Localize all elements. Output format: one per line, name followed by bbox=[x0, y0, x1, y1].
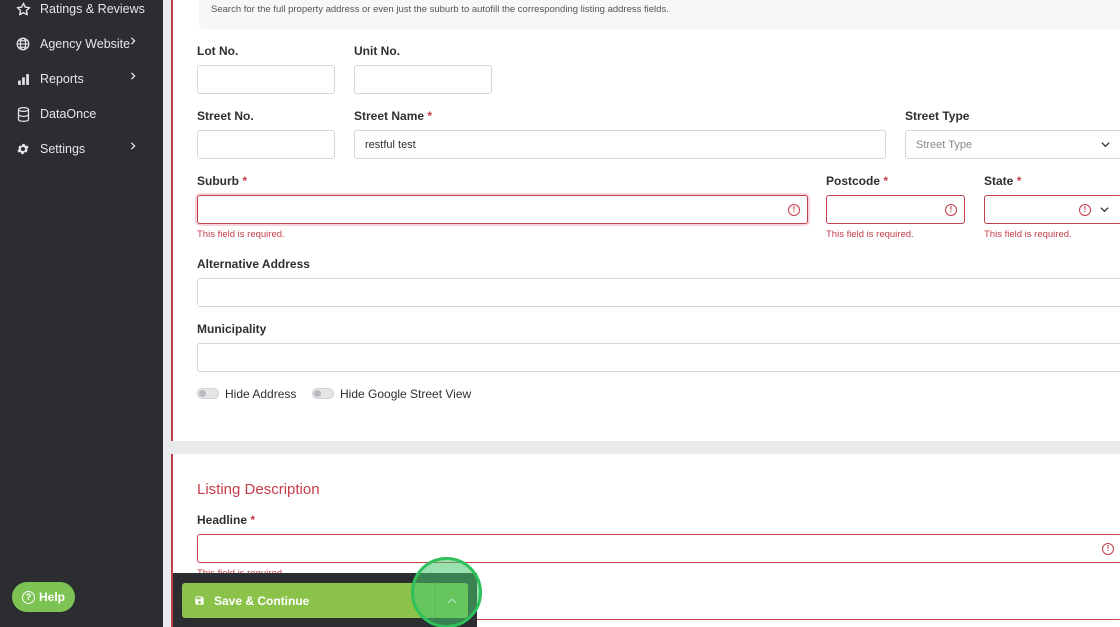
postcode-input[interactable]: ! bbox=[826, 195, 965, 224]
listing-description-title: Listing Description bbox=[197, 481, 320, 498]
street-name-input[interactable]: restful test bbox=[354, 130, 886, 159]
sidebar: Ratings & Reviews Agency Website Reports… bbox=[0, 0, 163, 627]
suburb-error: This field is required. bbox=[197, 229, 285, 240]
sidebar-item-ratings-reviews[interactable]: Ratings & Reviews bbox=[0, 0, 163, 24]
save-continue-button[interactable]: Save & Continue bbox=[182, 583, 440, 618]
error-icon: ! bbox=[945, 204, 957, 216]
sidebar-item-label: Ratings & Reviews bbox=[40, 2, 145, 16]
street-name-label: Street Name * bbox=[354, 109, 433, 123]
help-label: Help bbox=[38, 590, 65, 604]
save-bar: Save & Continue bbox=[173, 573, 477, 627]
street-type-select[interactable]: Street Type bbox=[905, 130, 1120, 159]
street-no-input[interactable] bbox=[197, 130, 335, 159]
hide-address-toggle[interactable] bbox=[197, 388, 219, 399]
sidebar-item-agency-website[interactable]: Agency Website bbox=[0, 29, 163, 59]
street-type-label: Street Type bbox=[905, 109, 970, 123]
sidebar-item-label: Settings bbox=[40, 142, 86, 156]
sidebar-item-label: DataOnce bbox=[40, 107, 97, 121]
star-icon bbox=[15, 1, 31, 17]
error-icon: ! bbox=[1102, 543, 1114, 555]
state-select[interactable]: ! bbox=[984, 195, 1120, 224]
hide-street-view-label: Hide Google Street View bbox=[340, 387, 472, 401]
hide-street-view-toggle[interactable] bbox=[312, 388, 334, 399]
headline-label: Headline * bbox=[197, 513, 256, 527]
hide-address-label: Hide Address bbox=[225, 387, 297, 401]
alternative-address-input[interactable] bbox=[197, 278, 1120, 307]
sidebar-item-dataonce[interactable]: DataOnce bbox=[0, 99, 163, 129]
database-icon bbox=[15, 106, 31, 122]
suburb-input[interactable]: ! bbox=[197, 195, 808, 224]
chevron-down-icon bbox=[1100, 207, 1109, 213]
street-no-label: Street No. bbox=[197, 109, 254, 123]
error-icon: ! bbox=[788, 204, 800, 216]
sidebar-item-label: Agency Website bbox=[40, 37, 131, 51]
sidebar-item-label: Reports bbox=[40, 72, 84, 86]
postcode-label: Postcode * bbox=[826, 174, 889, 188]
chevron-down-icon bbox=[1101, 142, 1110, 148]
bar-chart-icon bbox=[15, 71, 31, 87]
gear-icon bbox=[15, 141, 31, 157]
save-options-toggle[interactable] bbox=[435, 583, 468, 618]
question-icon: ? bbox=[21, 590, 35, 604]
address-search-hint: Search for the full property address or … bbox=[199, 0, 1120, 29]
floppy-disk-icon bbox=[195, 596, 204, 605]
municipality-label: Municipality bbox=[197, 322, 267, 336]
sidebar-item-reports[interactable]: Reports bbox=[0, 64, 163, 94]
address-panel: Search for the full property address or … bbox=[171, 0, 1120, 441]
lot-no-input[interactable] bbox=[197, 65, 335, 94]
unit-no-input[interactable] bbox=[354, 65, 492, 94]
help-button[interactable]: ? Help bbox=[12, 582, 75, 612]
headline-input[interactable]: ! bbox=[197, 534, 1120, 563]
unit-no-label: Unit No. bbox=[354, 44, 400, 58]
chevron-right-icon bbox=[130, 37, 136, 45]
state-label: State * bbox=[984, 174, 1022, 188]
state-error: This field is required. bbox=[984, 229, 1072, 240]
sidebar-item-settings[interactable]: Settings bbox=[0, 134, 163, 164]
error-icon: ! bbox=[1079, 204, 1091, 216]
postcode-error: This field is required. bbox=[826, 229, 914, 240]
save-continue-label: Save & Continue bbox=[214, 593, 310, 608]
lot-no-label: Lot No. bbox=[197, 44, 239, 58]
chevron-right-icon bbox=[130, 72, 136, 80]
municipality-input[interactable] bbox=[197, 343, 1120, 372]
globe-icon bbox=[15, 36, 31, 52]
chevron-up-icon bbox=[447, 597, 457, 604]
alternative-address-label: Alternative Address bbox=[197, 257, 310, 271]
suburb-label: Suburb * bbox=[197, 174, 248, 188]
chevron-right-icon bbox=[130, 142, 136, 150]
